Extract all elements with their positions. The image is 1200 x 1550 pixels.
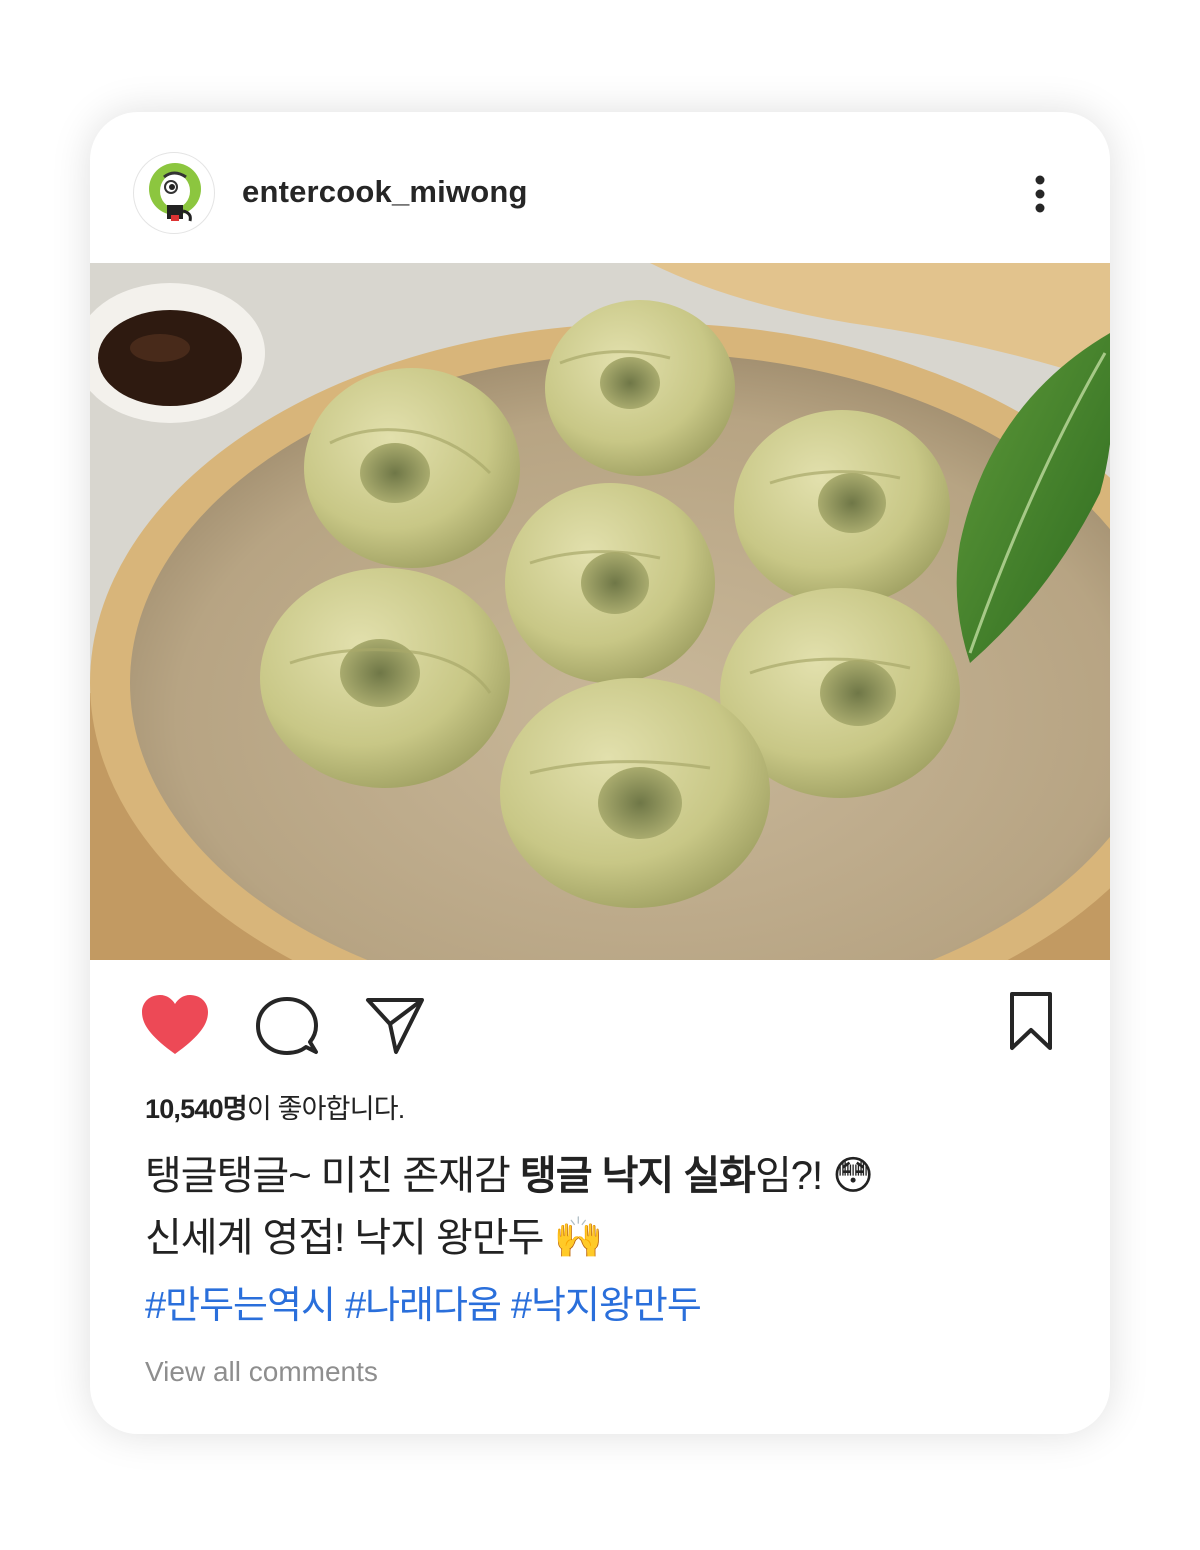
post-card: entercook_miwong 10,540명이 좋아합니다. 탱글탱글~ 미… (90, 112, 1110, 1434)
caption-text: 임?! (754, 1154, 833, 1198)
heart-icon (142, 995, 208, 1054)
view-all-comments-link[interactable]: View all comments (145, 1356, 378, 1388)
dumplings-photo (90, 263, 1110, 960)
username[interactable]: entercook_miwong (242, 174, 528, 210)
more-options-button[interactable] (1025, 172, 1055, 216)
share-button[interactable] (364, 994, 426, 1061)
likes-number: 10,540명 (145, 1094, 248, 1124)
caption-bold-text: 탱글 낙지 실화 (519, 1154, 756, 1198)
caption-text: 신세계 영접! 낙지 왕만두 (145, 1216, 554, 1260)
hashtag-list: #만두는역시 #나래다움 #낙지왕만두 (145, 1274, 711, 1329)
raising-hands-emoji: 🙌 (553, 1216, 604, 1260)
caption-line-2: 신세계 영접! 낙지 왕만두 🙌 (145, 1207, 1065, 1269)
paper-plane-icon (366, 998, 424, 1054)
hashtag-link[interactable]: #낙지왕만두 (511, 1285, 702, 1327)
like-button[interactable] (140, 994, 210, 1061)
bookmark-icon (1010, 992, 1052, 1050)
flushed-face-emoji: 😳 (832, 1154, 874, 1198)
comment-button[interactable] (256, 996, 318, 1061)
post-photo[interactable] (90, 263, 1110, 960)
save-button[interactable] (1008, 990, 1054, 1057)
post-header: entercook_miwong (90, 112, 1110, 263)
more-vertical-icon (1035, 175, 1045, 213)
profile-avatar[interactable] (133, 152, 215, 234)
post-caption: 탱글탱글~ 미친 존재감 탱글 낙지 실화임?! 😳 신세계 영접! 낙지 왕만… (145, 1145, 1065, 1269)
caption-text: 탱글탱글~ 미친 존재감 (145, 1154, 520, 1198)
hashtag-link[interactable]: #만두는역시 (145, 1285, 336, 1327)
likes-count[interactable]: 10,540명이 좋아합니다. (145, 1087, 405, 1126)
action-bar (90, 960, 1110, 1080)
likes-suffix: 이 좋아합니다. (246, 1094, 405, 1124)
caption-line-1: 탱글탱글~ 미친 존재감 탱글 낙지 실화임?! 😳 (145, 1145, 1065, 1207)
comment-bubble-icon (256, 997, 318, 1055)
cartoon-mascot-avatar-icon (149, 163, 201, 222)
hashtag-link[interactable]: #나래다움 (345, 1285, 502, 1327)
